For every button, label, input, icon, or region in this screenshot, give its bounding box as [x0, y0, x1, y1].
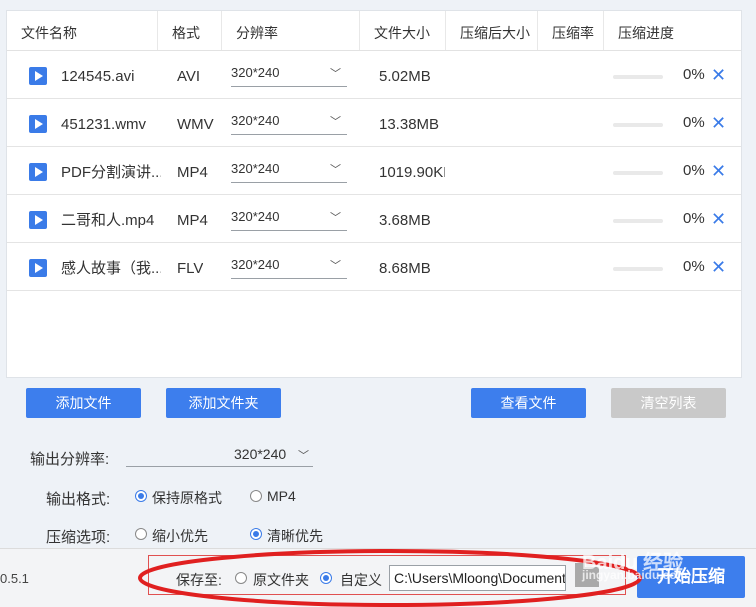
file-format: FLV [177, 260, 204, 277]
header-progress[interactable]: 压缩进度 [603, 11, 723, 50]
table-row[interactable]: 451231.wmv WMV 320*240 ﹀ 13.38MB 0% ✕ [7, 99, 741, 147]
option-clearer-label[interactable]: 清晰优先 [267, 526, 323, 546]
resolution-value: 320*240 [231, 209, 280, 224]
version-label: 0.5.1 [0, 571, 29, 586]
save-original-label[interactable]: 原文件夹 [253, 570, 309, 590]
save-custom-radio[interactable] [320, 572, 332, 584]
progress-bar [613, 171, 663, 175]
add-folder-button[interactable]: 添加文件夹 [166, 388, 281, 418]
output-resolution-select[interactable]: 320*240 ﹀ [126, 445, 313, 467]
progress-bar [613, 75, 663, 79]
progress-percent: 0% [683, 66, 705, 83]
save-to-label: 保存至: [176, 572, 222, 588]
format-mp4-radio[interactable] [250, 490, 262, 502]
remove-row-button[interactable]: ✕ [711, 209, 726, 229]
video-file-icon [29, 259, 47, 277]
remove-row-button[interactable]: ✕ [711, 113, 726, 133]
file-name: 二哥和人.mp4 [61, 212, 155, 229]
progress-bar [613, 219, 663, 223]
video-file-icon [29, 211, 47, 229]
resolution-select[interactable]: 320*240 ﹀ [231, 63, 347, 87]
progress-bar [613, 123, 663, 127]
format-keep-label[interactable]: 保持原格式 [152, 488, 222, 508]
remove-row-button[interactable]: ✕ [711, 161, 726, 181]
format-mp4-label[interactable]: MP4 [267, 488, 296, 504]
resolution-select[interactable]: 320*240 ﹀ [231, 111, 347, 135]
baidu-watermark-url: jingyan.baidu.com [582, 568, 688, 582]
view-files-button[interactable]: 查看文件 [471, 388, 586, 418]
progress-percent: 0% [683, 258, 705, 275]
output-resolution-label: 输出分辨率: [30, 451, 110, 468]
file-format: MP4 [177, 164, 208, 181]
header-name[interactable]: 文件名称 [21, 11, 77, 50]
resolution-value: 320*240 [231, 161, 280, 176]
resolution-value: 320*240 [231, 257, 280, 272]
save-path-input[interactable]: C:\Users\Mloong\Documents [389, 565, 566, 591]
chevron-down-icon: ﹀ [298, 450, 309, 462]
progress-percent: 0% [683, 114, 705, 131]
table-row[interactable]: PDF分割演讲... MP4 320*240 ﹀ 1019.90KE 0% ✕ [7, 147, 741, 195]
table-row[interactable]: 二哥和人.mp4 MP4 320*240 ﹀ 3.68MB 0% ✕ [7, 195, 741, 243]
file-name: 451231.wmv [61, 116, 147, 133]
file-table: 文件名称 格式 分辨率 文件大小 压缩后大小 压缩率 压缩进度 124545.a… [6, 10, 742, 378]
save-custom-label[interactable]: 自定义 [340, 570, 382, 590]
header-resolution[interactable]: 分辨率 [221, 11, 359, 50]
chevron-down-icon: ﹀ [330, 68, 341, 80]
progress-percent: 0% [683, 210, 705, 227]
file-size: 13.38MB [379, 116, 440, 133]
table-row[interactable]: 感人故事（我... FLV 320*240 ﹀ 8.68MB 0% ✕ [7, 243, 741, 291]
chevron-down-icon: ﹀ [330, 260, 341, 272]
remove-row-button[interactable]: ✕ [711, 65, 726, 85]
option-clearer-radio[interactable] [250, 528, 262, 540]
file-format: AVI [177, 68, 201, 85]
file-size: 1019.90KE [379, 164, 445, 181]
progress-percent: 0% [683, 162, 705, 179]
option-smaller-label[interactable]: 缩小优先 [152, 526, 208, 546]
file-format: MP4 [177, 212, 208, 229]
video-file-icon [29, 163, 47, 181]
file-size: 8.68MB [379, 260, 431, 277]
chevron-down-icon: ﹀ [330, 212, 341, 224]
chevron-down-icon: ﹀ [330, 164, 341, 176]
file-name: 124545.avi [61, 68, 135, 85]
table-row[interactable]: 124545.avi AVI 320*240 ﹀ 5.02MB 0% ✕ [7, 51, 741, 99]
resolution-select[interactable]: 320*240 ﹀ [231, 159, 347, 183]
file-size: 3.68MB [379, 212, 431, 229]
header-ratio[interactable]: 压缩率 [537, 11, 603, 50]
remove-row-button[interactable]: ✕ [711, 257, 726, 277]
format-keep-radio[interactable] [135, 490, 147, 502]
resolution-value: 320*240 [231, 113, 280, 128]
file-name: 感人故事（我... [61, 260, 161, 277]
resolution-select[interactable]: 320*240 ﹀ [231, 207, 347, 231]
header-compressed-size[interactable]: 压缩后大小 [445, 11, 537, 50]
chevron-down-icon: ﹀ [330, 116, 341, 128]
header-format[interactable]: 格式 [157, 11, 221, 50]
progress-bar [613, 267, 663, 271]
file-format: WMV [177, 116, 214, 133]
output-format-label: 输出格式: [46, 491, 111, 508]
save-original-radio[interactable] [235, 572, 247, 584]
option-smaller-radio[interactable] [135, 528, 147, 540]
output-resolution-value: 320*240 [234, 446, 287, 462]
resolution-select[interactable]: 320*240 ﹀ [231, 255, 347, 279]
file-name: PDF分割演讲... [61, 164, 161, 181]
table-header: 文件名称 格式 分辨率 文件大小 压缩后大小 压缩率 压缩进度 [7, 11, 741, 51]
clear-list-button[interactable]: 清空列表 [611, 388, 726, 418]
compress-option-label: 压缩选项: [46, 529, 111, 546]
file-size: 5.02MB [379, 68, 431, 85]
video-file-icon [29, 67, 47, 85]
add-file-button[interactable]: 添加文件 [26, 388, 141, 418]
video-file-icon [29, 115, 47, 133]
header-size[interactable]: 文件大小 [359, 11, 445, 50]
resolution-value: 320*240 [231, 65, 280, 80]
